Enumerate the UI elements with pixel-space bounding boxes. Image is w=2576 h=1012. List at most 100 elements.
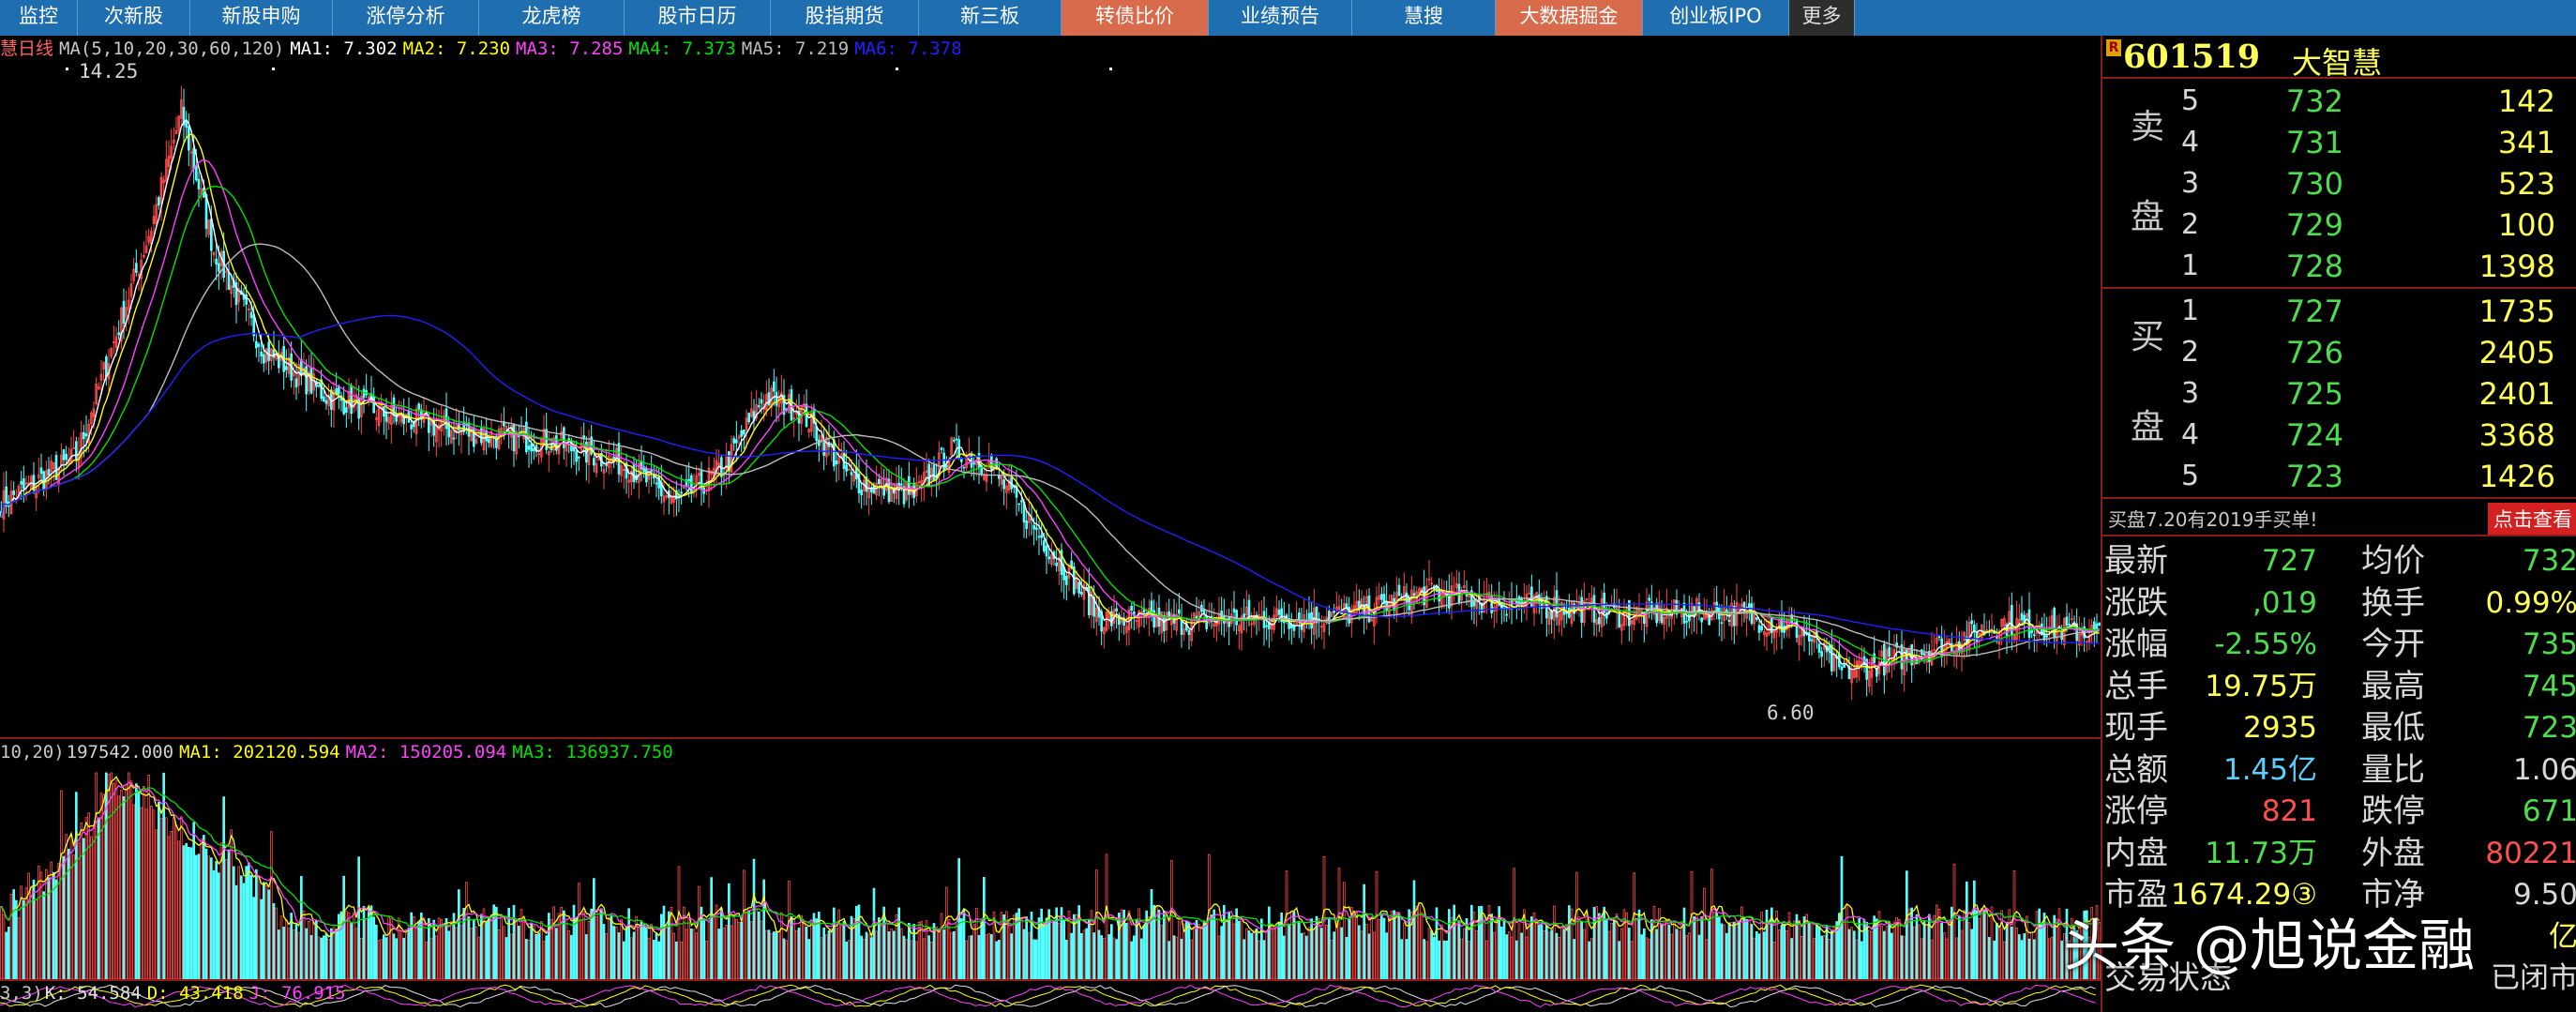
- ma1-value: MA1: 7.302: [290, 38, 398, 59]
- stat-value-left: 19.75万: [2205, 669, 2317, 703]
- buy-row[interactable]: 2 726 2405: [2102, 332, 2576, 373]
- order-alert-bar: 买盘7.20有2019手买单! 点击查看: [2102, 499, 2576, 536]
- buy-volume: 2405: [2478, 335, 2555, 370]
- nav-tab-10[interactable]: 慧搜: [1352, 0, 1496, 36]
- buy-orderbook: 买 盘 1 727 1735 2 726 2405 3 725 2401 4 724 3368 5 723…: [2102, 289, 2576, 499]
- sell-row[interactable]: 4 731 341: [2102, 122, 2576, 163]
- buy-price: 727: [2285, 294, 2343, 329]
- buy-level: 3: [2181, 377, 2200, 410]
- buy-level: 4: [2181, 418, 2200, 451]
- kdj-chart[interactable]: 3,3) K: 54.584 D: 43.418 J: 76.915: [0, 979, 2101, 1012]
- buy-row[interactable]: 4 724 3368: [2102, 415, 2576, 456]
- buy-volume: 1426: [2478, 459, 2555, 494]
- stat-label-right: 换手: [2361, 583, 2425, 622]
- stat-label-right: 今开: [2361, 626, 2425, 663]
- sell-volume: 100: [2497, 207, 2555, 243]
- ma2-value: MA2: 7.230: [402, 38, 511, 59]
- nav-tab-9[interactable]: 业绩预告: [1209, 0, 1352, 36]
- nav-tab-12[interactable]: 创业板IPO: [1643, 0, 1789, 36]
- nav-tab-5[interactable]: 股市日历: [625, 0, 771, 36]
- volume-value: 197542.000: [66, 742, 174, 763]
- buy-volume: 1735: [2478, 294, 2555, 329]
- grid-marker: [896, 68, 898, 70]
- rzrq-badge-icon: R: [2106, 39, 2121, 56]
- buy-price: 726: [2285, 335, 2343, 370]
- kdj-legend: 3,3) K: 54.584 D: 43.418 J: 76.915: [0, 981, 352, 1005]
- kdj-j-value: J: 76.915: [249, 983, 346, 1004]
- kline-legend: 慧日线 MA(5,10,20,30,60,120) MA1: 7.302 MA2: 7…: [0, 36, 968, 62]
- nav-tab-11[interactable]: 大数据掘金: [1496, 0, 1643, 36]
- sell-row[interactable]: 2 729 100: [2102, 204, 2576, 246]
- nav-tab-4[interactable]: 龙虎榜: [479, 0, 625, 36]
- nav-tab-13[interactable]: 更多: [1789, 0, 1855, 36]
- vol-ma-line-2: [0, 781, 2100, 934]
- buy-price: 723: [2285, 459, 2343, 494]
- quote-stat-row: 现手 2935 最低 723: [2102, 707, 2576, 748]
- stat-label-right: 最低: [2361, 709, 2425, 747]
- stat-value-left: 11.73万: [2205, 836, 2317, 870]
- buy-price: 724: [2285, 417, 2343, 453]
- sell-row[interactable]: 3 730 523: [2102, 163, 2576, 204]
- sell-volume: 142: [2497, 83, 2555, 119]
- buy-volume: 2401: [2478, 376, 2555, 412]
- stat-label-right: 外盘: [2361, 834, 2425, 872]
- stat-value-right: 9.50: [2512, 878, 2576, 912]
- sell-price: 730: [2285, 166, 2343, 202]
- watermark-text: 头条 @旭说金融: [2063, 914, 2476, 979]
- buy-volume: 3368: [2478, 417, 2555, 453]
- sell-row[interactable]: 5 732 142: [2102, 81, 2576, 122]
- vol-ma3-value: MA3: 136937.750: [512, 742, 673, 763]
- stat-label-right: 量比: [2361, 750, 2425, 789]
- ma5-value: MA5: 7.219: [741, 38, 850, 59]
- stat-value-right: 亿: [2549, 919, 2576, 954]
- ma-definition: MA(5,10,20,30,60,120): [59, 38, 285, 59]
- stat-value-right: 1.06: [2512, 752, 2576, 787]
- stat-value-right: 已闭市: [2491, 961, 2576, 995]
- stat-value-right: 671: [2522, 794, 2576, 828]
- sell-level: 2: [2181, 208, 2200, 241]
- buy-level: 2: [2181, 336, 2200, 369]
- kdj-definition: 3,3): [0, 983, 43, 1004]
- stat-value-left: 2935: [2243, 711, 2317, 745]
- sell-row[interactable]: 1 728 1398: [2102, 246, 2576, 287]
- vol-ma1-value: MA1: 202120.594: [179, 742, 340, 763]
- stat-value-right: 745: [2522, 669, 2576, 703]
- stock-code: 601519: [2123, 38, 2261, 76]
- nav-tab-6[interactable]: 股指期货: [771, 0, 919, 36]
- nav-tab-3[interactable]: 涨停分析: [333, 0, 479, 36]
- stat-value-left: -2.55%: [2214, 627, 2317, 661]
- ma-line-6: [0, 314, 2100, 644]
- nav-tab-8[interactable]: 转债比价: [1062, 0, 1209, 36]
- sell-level: 1: [2181, 249, 2200, 282]
- stat-value-right: 732: [2522, 544, 2576, 578]
- nav-tab-0[interactable]: 监控: [0, 0, 78, 36]
- stock-name: 大智慧: [2292, 45, 2383, 81]
- nav-tab-7[interactable]: 新三板: [919, 0, 1062, 36]
- kline-chart[interactable]: 慧日线 MA(5,10,20,30,60,120) MA1: 7.302 MA2: 7…: [0, 36, 2101, 737]
- buy-level: 1: [2181, 295, 2200, 327]
- kdj-d-value: D: 43.418: [146, 983, 244, 1004]
- stat-label-left: 总手: [2104, 667, 2168, 705]
- high-price-label: 14.25: [79, 60, 139, 83]
- kline-canvas[interactable]: [0, 36, 2101, 737]
- stat-label-right: 跌停: [2361, 793, 2425, 830]
- nav-tab-1[interactable]: 次新股: [78, 0, 190, 36]
- volume-chart[interactable]: 10,20) 197542.000 MA1: 202120.594 MA2: 1502…: [0, 737, 2101, 979]
- volume-legend: 10,20) 197542.000 MA1: 202120.594 MA2: 1502…: [0, 739, 679, 765]
- sell-level: 5: [2181, 84, 2200, 117]
- ma-line-2: [0, 133, 2100, 669]
- sell-volume: 341: [2497, 125, 2555, 160]
- buy-row[interactable]: 5 723 1426: [2102, 456, 2576, 497]
- quote-stat-row: 总手 19.75万 最高 745: [2102, 666, 2576, 707]
- stat-label-right: 均价: [2361, 542, 2425, 580]
- candles: [0, 85, 2101, 701]
- buy-row[interactable]: 3 725 2401: [2102, 373, 2576, 415]
- buy-row[interactable]: 1 727 1735: [2102, 291, 2576, 332]
- order-alert-text: 买盘7.20有2019手买单!: [2108, 508, 2318, 531]
- view-alert-button[interactable]: 点击查看: [2488, 503, 2576, 535]
- low-price-label: 6.60: [1767, 702, 1815, 724]
- sell-price: 731: [2285, 125, 2343, 160]
- volume-canvas[interactable]: [0, 739, 2101, 979]
- nav-tab-2[interactable]: 新股申购: [190, 0, 333, 36]
- stat-label-left: 总额: [2104, 750, 2168, 789]
